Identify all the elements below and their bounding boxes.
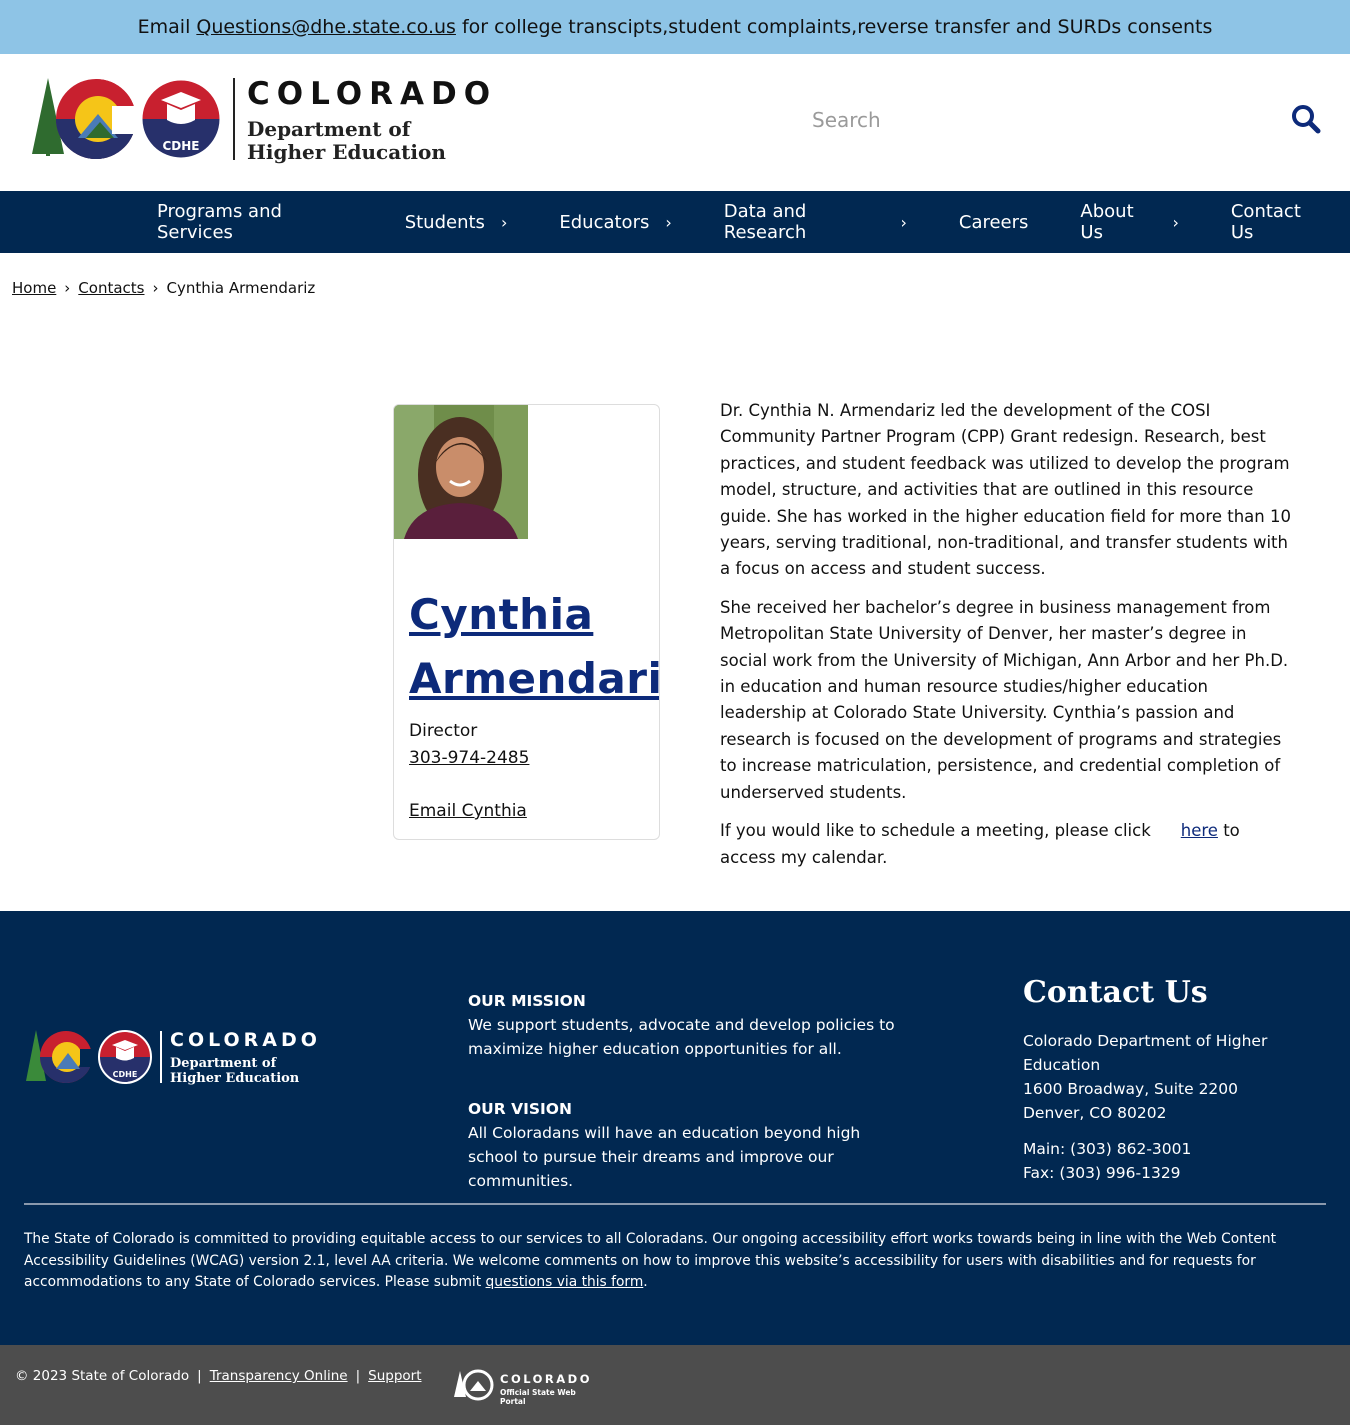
colorado-c-icon — [454, 1369, 494, 1401]
nav-list: Programs and Services Students › Educators ›… — [131, 191, 1350, 253]
contact-heading: Contact Us — [1023, 975, 1208, 1010]
banner-suffix: for college transcipts,student complaint… — [461, 16, 1213, 38]
search-bar — [800, 90, 1330, 150]
nav-item-careers[interactable]: Careers — [933, 191, 1055, 253]
co-cdhe-emblem-icon: CDHE — [32, 77, 223, 161]
contact-fax: Fax: (303) 996-1329 — [1023, 1164, 1181, 1182]
accessibility-text: The State of Colorado is committed to pr… — [24, 1231, 1276, 1290]
support-link[interactable]: Support — [368, 1368, 421, 1384]
vision-section: OUR VISION All Coloradans will have an e… — [468, 1097, 898, 1193]
logo-line-2: Higher Education — [247, 140, 446, 164]
vision-heading: OUR VISION — [468, 1100, 572, 1118]
contact-main-phone: Main: (303) 862-3001 — [1023, 1140, 1192, 1158]
logo-divider — [233, 78, 235, 160]
breadcrumb-separator: › — [64, 279, 71, 297]
profile-bio: Dr. Cynthia N. Armendariz led the develo… — [720, 398, 1295, 883]
state-logo-subtitle: Official State Web Portal — [500, 1388, 576, 1406]
chevron-right-icon[interactable]: › — [665, 213, 671, 232]
chevron-right-icon[interactable]: › — [1172, 213, 1178, 232]
nav-item-educators[interactable]: Educators › — [533, 191, 697, 253]
breadcrumb-separator: › — [152, 279, 159, 297]
nav-item-label: Educators — [559, 211, 650, 233]
search-input[interactable] — [800, 100, 1270, 140]
nav-item-about-us[interactable]: About Us › — [1054, 191, 1204, 253]
search-button[interactable] — [1290, 104, 1322, 136]
mission-section: OUR MISSION We support students, advocat… — [468, 989, 898, 1061]
footer-logo-divider — [160, 1031, 162, 1083]
top-banner: Email Questions@dhe.state.co.us for coll… — [0, 0, 1350, 54]
footer-logo-line-2: Higher Education — [170, 1071, 300, 1086]
logo-badge: CDHE — [162, 139, 199, 153]
breadcrumb-contacts[interactable]: Contacts — [78, 279, 144, 297]
accessibility-form-link[interactable]: questions via this form — [486, 1274, 644, 1290]
vision-text: All Coloradans will have an education be… — [468, 1124, 861, 1190]
contact-org: Colorado Department of Higher Education — [1023, 1032, 1268, 1074]
breadcrumb-current: Cynthia Armendariz — [166, 279, 316, 297]
footer-logo-colorado: COLORADO — [170, 1029, 321, 1051]
chevron-right-icon[interactable]: › — [501, 213, 507, 232]
footer-logo-department: Department of Higher Education — [170, 1056, 299, 1086]
contact-address-1: 1600 Broadway, Suite 2200 — [1023, 1080, 1239, 1098]
cdhe-logo[interactable]: CDHE COLORADO Department of Higher Educa… — [28, 76, 490, 166]
nav-item-label: Data and Research — [723, 201, 807, 243]
footer-emblem-icon: CDHE — [26, 1030, 152, 1084]
site-header: CDHE COLORADO Department of Higher Educa… — [0, 54, 1350, 191]
footer-logo-line-1: Department of — [170, 1056, 277, 1071]
nav-item-label: About Us — [1080, 201, 1134, 243]
calendar-link[interactable]: here — [1181, 821, 1218, 840]
footer-divider — [24, 1203, 1326, 1205]
mission-text: We support students, advocate and develo… — [468, 1016, 895, 1058]
nav-item-students[interactable]: Students › — [379, 191, 534, 253]
contact-address-2: Denver, CO 80202 — [1023, 1104, 1167, 1122]
sub-footer: © 2023 State of Colorado | Transparency … — [0, 1345, 1350, 1425]
nav-item-label: Contact Us — [1230, 201, 1301, 243]
colorado-state-portal-logo[interactable]: COLORADO Official State Web Portal — [454, 1369, 594, 1406]
nav-item-data-and-research[interactable]: Data and Research › — [698, 191, 933, 253]
profile-email-link[interactable]: Email Cynthia — [409, 801, 527, 821]
banner-email-link[interactable]: Questions@dhe.state.co.us — [196, 16, 456, 38]
logo-line-1: Department of — [247, 117, 411, 141]
logo-colorado-text: COLORADO — [247, 76, 498, 112]
breadcrumb: Home › Contacts › Cynthia Armendariz — [12, 279, 315, 297]
accessibility-statement: The State of Colorado is committed to pr… — [24, 1229, 1324, 1294]
copyright-text: © 2023 State of Colorado — [15, 1368, 190, 1384]
footer-logo[interactable]: CDHE COLORADO Department of Higher Educa… — [24, 1029, 334, 1089]
state-logo-title: COLORADO — [500, 1372, 592, 1386]
footer-logo-badge: CDHE — [113, 1070, 138, 1079]
nav-item-label: Programs and Services — [157, 201, 282, 243]
bio-paragraph-2: She received her bachelor’s degree in bu… — [720, 597, 1289, 802]
nav-item-label: Students — [404, 211, 485, 233]
pipe-separator: | — [355, 1368, 361, 1384]
footer-contact: Contact Us Colorado Department of Higher… — [1023, 975, 1343, 1185]
profile-title: Director — [409, 721, 478, 741]
banner-prefix: Email — [137, 16, 191, 38]
site-footer: CDHE COLORADO Department of Higher Educa… — [0, 911, 1350, 1345]
transparency-online-link[interactable]: Transparency Online — [210, 1368, 348, 1384]
breadcrumb-home[interactable]: Home — [12, 279, 56, 297]
nav-item-contact-us[interactable]: Contact Us — [1205, 191, 1350, 253]
profile-phone-link[interactable]: 303-974-2485 — [409, 748, 529, 768]
profile-photo — [394, 405, 528, 539]
logo-department-text: Department of Higher Education — [247, 118, 446, 164]
portrait-image — [394, 405, 528, 539]
nav-item-programs-and-services[interactable]: Programs and Services — [131, 191, 379, 253]
pipe-separator: | — [197, 1368, 202, 1384]
mission-heading: OUR MISSION — [468, 992, 586, 1010]
accessibility-end: . — [643, 1274, 648, 1290]
profile-name-link[interactable]: Cynthia Armendariz — [409, 583, 659, 711]
bio-paragraph-1: Dr. Cynthia N. Armendariz led the develo… — [720, 401, 1291, 579]
bio-paragraph-3: If you would like to schedule a meeting,… — [720, 818, 1295, 871]
main-nav: Programs and Services Students › Educators ›… — [0, 191, 1350, 253]
profile-card: Cynthia Armendariz Director 303-974-2485… — [393, 404, 660, 840]
bio-schedule-text: If you would like to schedule a meeting,… — [720, 821, 1151, 841]
chevron-right-icon[interactable]: › — [900, 213, 906, 232]
copyright-row: © 2023 State of Colorado | Transparency … — [15, 1368, 422, 1384]
contact-spacer — [1023, 1125, 1343, 1137]
search-icon — [1292, 105, 1321, 134]
nav-item-label: Careers — [958, 211, 1029, 233]
